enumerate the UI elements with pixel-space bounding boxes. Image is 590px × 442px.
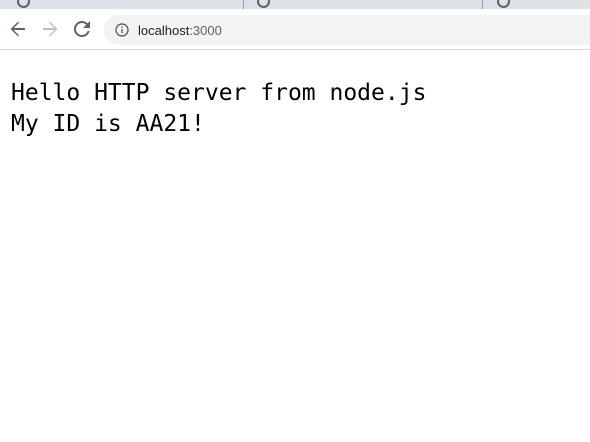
forward-button[interactable] xyxy=(38,17,62,41)
url-host: localhost xyxy=(138,22,190,38)
tab-favicon-icon xyxy=(17,0,30,8)
body-line-2: My ID is AA21! xyxy=(11,111,205,137)
reload-icon xyxy=(74,21,90,37)
arrow-left-icon xyxy=(10,21,25,37)
tab-favicon-icon xyxy=(257,0,270,8)
info-icon[interactable] xyxy=(115,23,129,37)
tab-3[interactable]: ​ xyxy=(497,0,520,9)
tab-2[interactable]: ​ xyxy=(257,0,280,9)
tab-separator xyxy=(482,0,483,9)
page-viewport: Hello HTTP server from node.js My ID is … xyxy=(0,50,590,442)
url-port: :3000 xyxy=(189,22,222,38)
reload-button[interactable] xyxy=(70,17,94,41)
tab-1[interactable]: ​ xyxy=(17,0,40,9)
back-button[interactable] xyxy=(6,17,30,41)
browser-window: ​ ​ ​ xyxy=(0,0,590,442)
arrow-right-icon xyxy=(43,21,58,37)
tab-separator xyxy=(243,0,244,9)
url-text[interactable]: localhost:3000 xyxy=(138,23,222,38)
page-body-text: Hello HTTP server from node.js My ID is … xyxy=(11,78,426,140)
address-bar[interactable]: localhost:3000 xyxy=(104,15,590,45)
browser-toolbar: localhost:3000 xyxy=(0,9,590,50)
tab-favicon-icon xyxy=(497,0,510,8)
tab-strip: ​ ​ ​ xyxy=(0,0,590,9)
body-line-1: Hello HTTP server from node.js xyxy=(11,80,427,106)
